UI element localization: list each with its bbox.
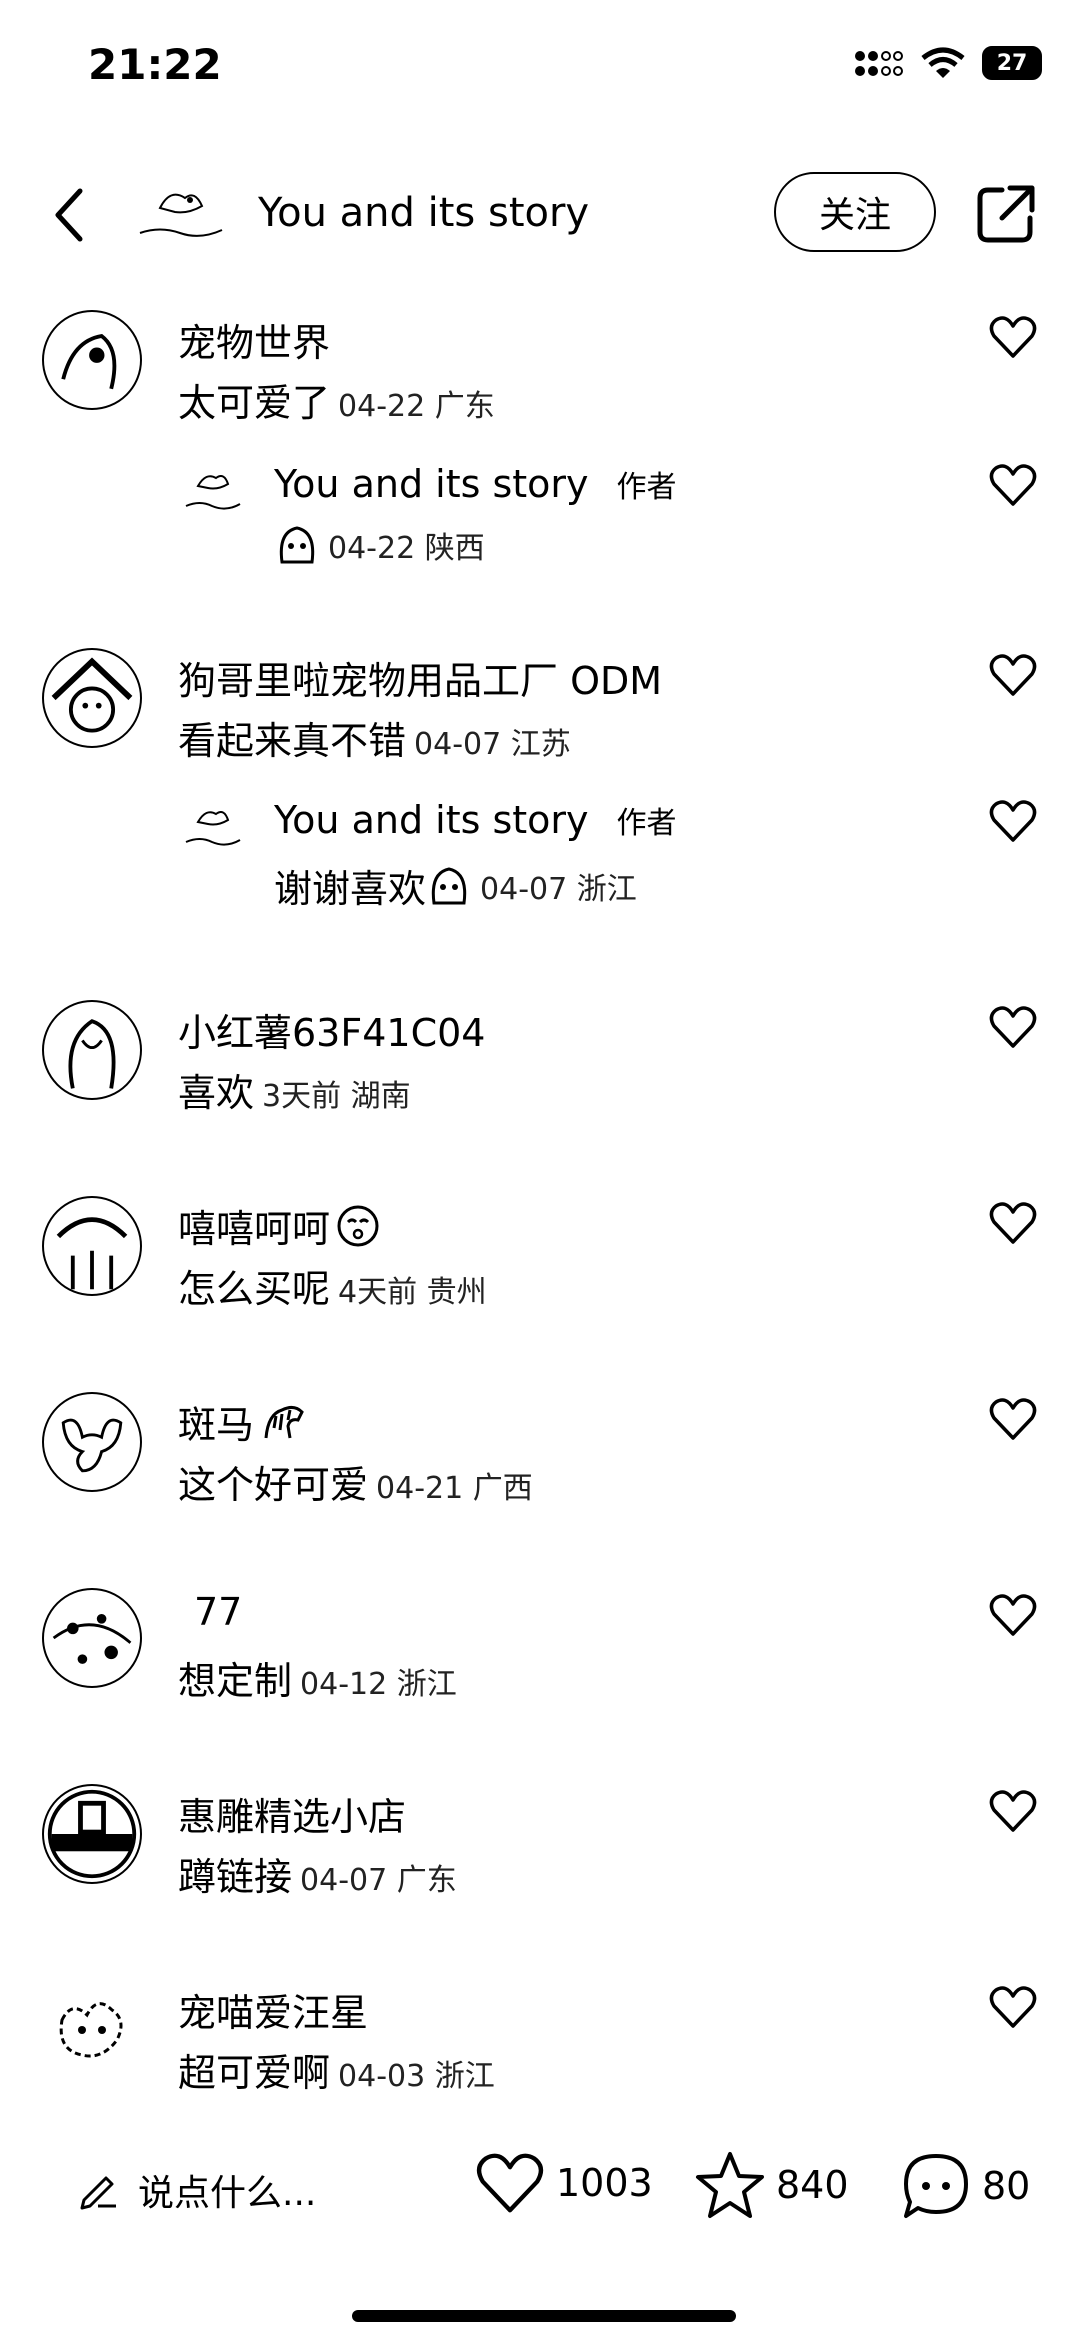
shop-logo-icon	[47, 1789, 137, 1879]
avatar-image	[52, 1614, 132, 1664]
comment-text: 蹲链接 04-07 广东	[178, 1855, 457, 1899]
home-indicator	[352, 2310, 736, 2322]
heart-icon[interactable]	[988, 1592, 1038, 1638]
comment-meta: 04-07 江苏	[414, 727, 571, 762]
bottom-action-bar: 说点什么... 1003 840 80	[0, 2130, 1080, 2240]
avatar[interactable]	[42, 310, 142, 410]
comment-meta: 04-12 浙江	[300, 1667, 457, 1702]
page-title[interactable]: You and its story	[258, 190, 589, 236]
comment-author[interactable]: 斑马	[178, 1394, 308, 1449]
comment-button[interactable]: 80	[900, 2150, 1030, 2222]
reply-text: 谢谢喜欢 04-07 浙江	[274, 858, 637, 913]
heart-icon[interactable]	[988, 1004, 1038, 1050]
author-badge: 作者	[616, 806, 677, 841]
reply-text: 04-22 陕西	[274, 522, 485, 568]
comment-meta: 04-07 浙江	[480, 871, 637, 907]
avatar[interactable]	[42, 1000, 142, 1100]
comment-count: 80	[982, 2164, 1031, 2208]
avatar[interactable]	[42, 1588, 142, 1688]
avatar-image	[68, 1019, 116, 1089]
avatar[interactable]	[42, 1784, 142, 1884]
comment-meta: 3天前 湖南	[262, 1079, 411, 1114]
header: You and its story 关注	[0, 160, 1080, 270]
heart-icon[interactable]	[988, 652, 1038, 698]
comment-meta: 04-22 广东	[338, 389, 495, 424]
avatar-image	[56, 1217, 128, 1290]
pencil-icon	[80, 2176, 116, 2210]
emoji-icon	[337, 1205, 379, 1246]
comment-text: 怎么买呢 4天前 贵州	[178, 1267, 487, 1311]
chevron-left-icon	[55, 188, 83, 242]
heart-icon[interactable]	[988, 798, 1038, 844]
heart-icon	[476, 2153, 544, 2213]
heart-icon[interactable]	[988, 314, 1038, 360]
favorite-button[interactable]: 840	[694, 2150, 849, 2220]
share-icon[interactable]	[974, 182, 1038, 246]
status-time: 21:22	[88, 40, 222, 89]
favorite-count: 840	[776, 2163, 849, 2207]
author-logo-icon	[139, 193, 223, 237]
heart-icon[interactable]	[988, 1984, 1038, 2030]
avatar[interactable]	[180, 798, 244, 862]
author-logo-icon	[185, 475, 241, 510]
reply-author[interactable]: You and its story 作者	[274, 462, 677, 506]
avatar-image	[61, 1418, 123, 1473]
comment-text: 太可爱了 04-22 广东	[178, 381, 495, 425]
comment-author[interactable]: 77	[178, 1590, 242, 1634]
comment-author[interactable]: 宠物世界	[178, 312, 330, 367]
comment-text: 看起来真不错 04-07 江苏	[178, 719, 571, 763]
comment-text: 想定制 04-12 浙江	[178, 1659, 457, 1703]
comment-author[interactable]: 小红薯63F41C04	[178, 1002, 485, 1057]
comment-input[interactable]: 说点什么...	[78, 2164, 316, 2216]
like-count: 1003	[556, 2161, 653, 2205]
comment-meta: 04-07 广东	[300, 1863, 457, 1898]
comment-text: 这个好可爱 04-21 广西	[178, 1463, 533, 1507]
comment-meta: 04-21 广西	[376, 1471, 533, 1506]
avatar[interactable]	[180, 462, 244, 526]
star-icon	[696, 2152, 764, 2218]
status-icons: 27	[852, 46, 1042, 80]
signal-icon	[855, 51, 903, 76]
comment-meta: 04-03 浙江	[338, 2059, 495, 2094]
comment-author[interactable]: 宠喵爱汪星	[178, 1982, 368, 2037]
heart-icon[interactable]	[988, 1788, 1038, 1834]
avatar-image	[61, 333, 117, 390]
avatar-image	[51, 657, 133, 733]
avatar[interactable]	[42, 1392, 142, 1492]
comment-meta: 04-22 陕西	[328, 531, 485, 566]
comment-author[interactable]: 嘻嘻呵呵	[178, 1198, 380, 1253]
avatar-image	[59, 2002, 123, 2058]
comment-meta: 4天前 贵州	[338, 1275, 487, 1310]
comment-text: 喜欢 3天前 湖南	[178, 1071, 411, 1115]
comment-bubble-icon	[904, 2154, 968, 2218]
comment-author[interactable]: 惠雕精选小店	[178, 1786, 406, 1841]
avatar[interactable]	[42, 1196, 142, 1296]
like-button[interactable]: 1003	[474, 2150, 653, 2216]
wifi-icon	[921, 47, 965, 78]
battery-icon: 27	[982, 46, 1042, 80]
author-logo-icon	[185, 811, 241, 846]
follow-button[interactable]: 关注	[774, 172, 936, 252]
heart-icon[interactable]	[988, 1396, 1038, 1442]
back-button[interactable]	[40, 180, 100, 250]
comment-text: 超可爱啊 04-03 浙江	[178, 2051, 495, 2095]
comment-author[interactable]: 狗哥里啦宠物用品工厂 ODM	[178, 650, 662, 705]
avatar[interactable]	[42, 1980, 142, 2080]
status-bar: 21:22 27	[0, 0, 1080, 130]
emoji-icon	[279, 526, 315, 564]
heart-icon[interactable]	[988, 462, 1038, 508]
author-badge: 作者	[616, 470, 677, 505]
reply-author[interactable]: You and its story 作者	[274, 798, 677, 842]
author-avatar[interactable]	[130, 178, 230, 258]
emoji-icon	[431, 866, 467, 904]
zebra-emoji-icon	[264, 1405, 304, 1438]
avatar[interactable]	[42, 648, 142, 748]
heart-icon[interactable]	[988, 1200, 1038, 1246]
